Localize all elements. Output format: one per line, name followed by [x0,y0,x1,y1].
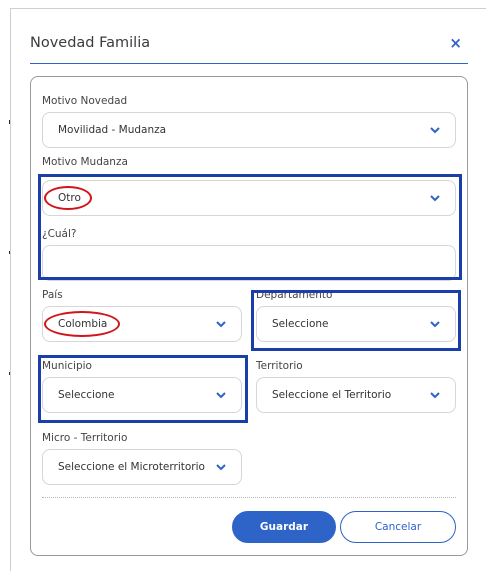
motivo-novedad-select[interactable]: Movilidad - Mudanza [42,112,456,148]
motivo-mudanza-value: Otro [58,192,81,204]
departamento-value: Seleccione [272,318,329,330]
municipio-select[interactable]: Seleccione [42,377,242,413]
cual-input[interactable] [42,245,456,281]
departamento-label: Departamento [256,289,333,301]
municipio-label: Municipio [42,360,92,372]
chevron-down-icon [429,319,441,329]
territorio-label: Territorio [256,360,303,372]
cancel-button[interactable]: Cancelar [340,511,456,543]
cual-label: ¿Cuál? [42,228,77,240]
form-divider [42,497,456,498]
chevron-down-icon [429,125,441,135]
pais-select[interactable]: Colombia [42,306,242,342]
motivo-mudanza-label: Motivo Mudanza [42,156,128,168]
micro-territorio-value: Seleccione el Microterritorio [58,461,205,473]
motivo-novedad-label: Motivo Novedad [42,95,128,107]
chevron-down-icon [215,390,227,400]
municipio-value: Seleccione [58,389,115,401]
pais-label: País [42,289,63,301]
departamento-select[interactable]: Seleccione [256,306,456,342]
close-icon[interactable]: × [449,34,462,52]
micro-territorio-select[interactable]: Seleccione el Microterritorio [42,449,242,485]
chevron-down-icon [215,319,227,329]
modal-title: Novedad Familia [30,35,151,51]
pais-value: Colombia [58,318,108,330]
modal-header: Novedad Familia × [30,30,468,64]
motivo-mudanza-select[interactable]: Otro [42,180,456,216]
motivo-novedad-value: Movilidad - Mudanza [58,124,167,136]
territorio-select[interactable]: Seleccione el Territorio [256,377,456,413]
save-button[interactable]: Guardar [232,511,336,543]
territorio-value: Seleccione el Territorio [272,389,392,401]
micro-territorio-label: Micro - Territorio [42,432,128,444]
chevron-down-icon [215,462,227,472]
chevron-down-icon [429,193,441,203]
page-edge [0,0,10,571]
chevron-down-icon [429,390,441,400]
